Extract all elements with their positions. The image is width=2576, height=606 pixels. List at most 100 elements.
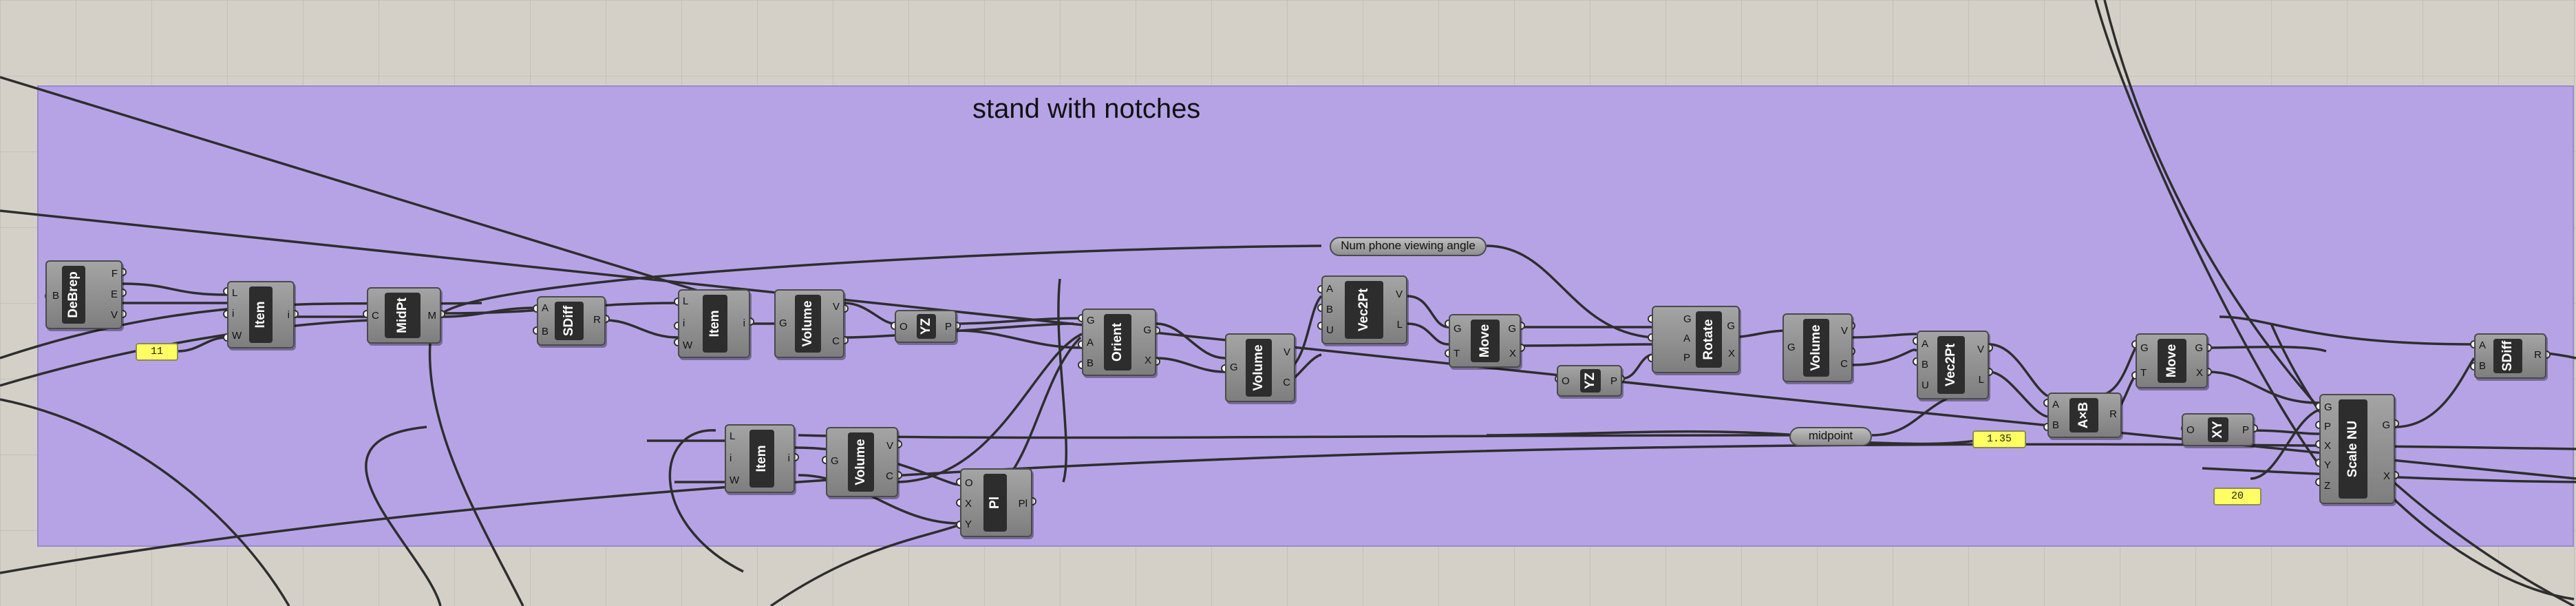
volume-component-3[interactable]: G Volume V C <box>1225 333 1295 402</box>
item2-input-i[interactable]: i <box>683 318 685 328</box>
item-component-2[interactable]: L i W Item i <box>678 289 750 358</box>
volume4-output-c[interactable]: C <box>1840 359 1848 369</box>
orient-output-g[interactable]: G <box>1143 325 1151 335</box>
panel-1-35[interactable]: 1.35 <box>1972 430 2026 448</box>
volume3-input-g[interactable]: G <box>1230 362 1238 373</box>
rotate-output-x[interactable]: X <box>1728 348 1735 359</box>
orient-input-a[interactable]: A <box>1087 337 1094 348</box>
vec2pt2-input-u[interactable]: U <box>1922 380 1929 390</box>
midpt-output-m[interactable]: M <box>428 311 437 321</box>
item2-input-w[interactable]: W <box>683 340 692 351</box>
rotate-input-g[interactable]: G <box>1683 314 1692 324</box>
move-component-1[interactable]: G T Move G X <box>1449 314 1521 368</box>
relay-midpoint[interactable]: midpoint <box>1789 427 1872 446</box>
move1-output-g[interactable]: G <box>1508 324 1516 334</box>
volume1-input-g[interactable]: G <box>779 318 787 328</box>
panel-11[interactable]: 11 <box>136 343 178 361</box>
volume1-output-v[interactable]: V <box>833 302 840 312</box>
volume2-output-v[interactable]: V <box>886 441 893 451</box>
volume1-output-c[interactable]: C <box>832 336 840 346</box>
vec2pt-component-1[interactable]: A B U Vec2Pt V L <box>1321 275 1407 344</box>
yz-plane-component-2[interactable]: O YZ P <box>1557 365 1622 397</box>
item1-input-i[interactable]: i <box>232 309 234 319</box>
item3-input-l[interactable]: L <box>730 431 735 441</box>
debrep-component[interactable]: B DeBrep F E V <box>45 260 123 329</box>
vec2pt2-output-l[interactable]: L <box>1979 375 1984 385</box>
axb-input-b[interactable]: B <box>2052 420 2059 430</box>
volume4-input-g[interactable]: G <box>1787 342 1796 353</box>
debrep-output-e[interactable]: E <box>111 289 118 300</box>
sdiff2-input-b[interactable]: B <box>2479 361 2486 371</box>
move1-input-g[interactable]: G <box>1454 324 1462 334</box>
item-component-1[interactable]: L i W Item i <box>227 281 295 348</box>
item2-input-l[interactable]: L <box>683 296 688 306</box>
volume2-input-g[interactable]: G <box>831 456 839 466</box>
move2-input-t[interactable]: T <box>2140 368 2147 378</box>
pl-input-y[interactable]: Y <box>965 519 972 530</box>
item3-input-i[interactable]: i <box>730 453 732 463</box>
sdiff-component-2[interactable]: A B SDiff R <box>2474 333 2546 379</box>
xy-input-o[interactable]: O <box>2186 425 2195 435</box>
vec2pt2-input-a[interactable]: A <box>1922 339 1928 349</box>
rotate-component[interactable]: G A P Rotate G X <box>1652 306 1740 373</box>
vec2pt1-input-u[interactable]: U <box>1326 325 1334 335</box>
vec2pt1-input-b[interactable]: B <box>1326 304 1333 315</box>
orient-input-g[interactable]: G <box>1087 315 1095 326</box>
orient-input-b[interactable]: B <box>1087 358 1094 368</box>
midpt-input-c[interactable]: C <box>372 311 379 321</box>
pl-output-pl[interactable]: Pl <box>1019 499 1028 509</box>
scalenu-input-x[interactable]: X <box>2324 441 2331 451</box>
orient-output-x[interactable]: X <box>1145 355 1151 366</box>
item1-input-l[interactable]: L <box>232 288 237 298</box>
scalenu-input-g[interactable]: G <box>2324 402 2332 412</box>
item-component-3[interactable]: L i W Item i <box>725 424 795 493</box>
scalenu-input-y[interactable]: Y <box>2324 460 2331 470</box>
yz2-input-o[interactable]: O <box>1562 376 1570 386</box>
axb-output-r[interactable]: R <box>2109 409 2117 419</box>
move1-output-x[interactable]: X <box>1509 348 1516 359</box>
axb-input-a[interactable]: A <box>2052 399 2059 410</box>
move2-input-g[interactable]: G <box>2140 343 2149 353</box>
relay-num-phone-viewing-angle[interactable]: Num phone viewing angle <box>1330 237 1487 256</box>
volume3-output-c[interactable]: C <box>1283 377 1290 388</box>
volume3-output-v[interactable]: V <box>1284 347 1290 357</box>
yz1-input-o[interactable]: O <box>900 322 908 332</box>
orient-component[interactable]: G A B Orient G X <box>1082 309 1156 376</box>
scalenu-input-z[interactable]: Z <box>2324 481 2330 491</box>
yz-plane-component-1[interactable]: O YZ P <box>895 310 957 343</box>
vec2pt1-output-l[interactable]: L <box>1397 320 1403 330</box>
yz1-output-p[interactable]: P <box>945 322 952 332</box>
volume2-output-c[interactable]: C <box>886 471 893 481</box>
rotate-output-g[interactable]: G <box>1727 321 1735 331</box>
item3-input-w[interactable]: W <box>730 475 739 485</box>
move1-input-t[interactable]: T <box>1454 348 1460 359</box>
midpt-component[interactable]: C MidPt M <box>367 287 441 344</box>
panel-20[interactable]: 20 <box>2213 488 2261 505</box>
scale-nu-component[interactable]: G P X Y Z Scale NU G X <box>2319 394 2395 504</box>
sdiff1-output-r[interactable]: R <box>593 315 601 325</box>
sdiff1-input-a[interactable]: A <box>542 303 549 313</box>
vec2pt2-output-v[interactable]: V <box>1977 344 1984 355</box>
sdiff2-input-a[interactable]: A <box>2479 340 2486 351</box>
debrep-output-v[interactable]: V <box>111 310 118 320</box>
sdiff2-output-r[interactable]: R <box>2534 350 2542 360</box>
debrep-input-b[interactable]: B <box>52 291 59 301</box>
plane-component[interactable]: O X Y Pl Pl <box>960 468 1032 537</box>
scalenu-input-p[interactable]: P <box>2324 421 2331 432</box>
vec2pt1-input-a[interactable]: A <box>1326 284 1333 294</box>
move-component-2[interactable]: G T Move G X <box>2136 333 2208 388</box>
volume-component-4[interactable]: G Volume V C <box>1782 313 1853 382</box>
rotate-input-p[interactable]: P <box>1683 353 1690 363</box>
scalenu-output-x[interactable]: X <box>2383 471 2390 481</box>
xy-plane-component[interactable]: O XY P <box>2182 413 2254 446</box>
sdiff-component-1[interactable]: A B SDiff R <box>537 296 606 346</box>
volume-component-2[interactable]: G Volume V C <box>826 427 898 497</box>
xy-output-p[interactable]: P <box>2242 425 2249 435</box>
vec2pt2-input-b[interactable]: B <box>1922 359 1928 370</box>
vec2pt-component-2[interactable]: A B U Vec2Pt V L <box>1917 331 1989 399</box>
item1-input-w[interactable]: W <box>232 331 242 341</box>
item1-output-i[interactable]: i <box>288 310 290 320</box>
pl-input-o[interactable]: O <box>965 478 973 488</box>
volume-component-1[interactable]: G Volume V C <box>774 289 844 358</box>
rotate-input-a[interactable]: A <box>1683 333 1690 344</box>
